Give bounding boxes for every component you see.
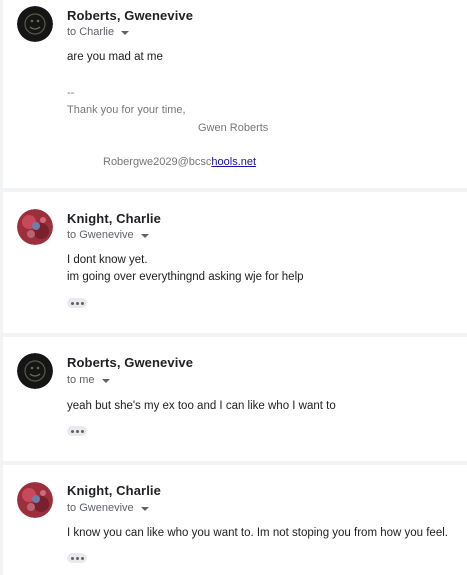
- chevron-down-icon[interactable]: [140, 507, 149, 511]
- sender-name[interactable]: Roberts, Gwenevive: [67, 8, 193, 23]
- ellipsis-dot: [75, 429, 79, 433]
- ellipsis-dot: [70, 429, 74, 433]
- signature-email-prefix: Robergwe2029@bcsc: [103, 156, 212, 168]
- show-trimmed-content-button[interactable]: [67, 426, 87, 436]
- recipient-details-toggle[interactable]: to me: [67, 374, 110, 386]
- chevron-down-icon[interactable]: [140, 234, 149, 238]
- chevron-down-icon[interactable]: [121, 31, 130, 35]
- ellipsis-dot: [80, 301, 84, 305]
- recipient-details-toggle[interactable]: to Gwenevive: [67, 229, 149, 241]
- show-trimmed-content-button[interactable]: [67, 298, 87, 308]
- message-body-line: I dont know yet.: [67, 254, 148, 266]
- message-body-line: I know you can like who you want to. Im …: [67, 527, 448, 539]
- smiley-avatar-icon[interactable]: [17, 353, 53, 389]
- message-body-line: yeah but she's my ex too and I can like …: [67, 400, 336, 412]
- recipient-label: to Gwenevive: [67, 229, 134, 241]
- signature-name: Gwen Roberts: [198, 122, 269, 134]
- recipient-details-toggle[interactable]: to Charlie: [67, 26, 130, 38]
- smiley-avatar-icon[interactable]: [17, 6, 53, 42]
- recipient-label: to me: [67, 374, 95, 386]
- recipient-label: to Gwenevive: [67, 502, 134, 514]
- ellipsis-dot: [80, 429, 84, 433]
- signature-email: Robergwe2029@bcschools.net: [103, 156, 256, 168]
- show-trimmed-content-button[interactable]: [67, 553, 87, 563]
- signature-separator: --: [67, 87, 75, 99]
- ellipsis-dot: [70, 556, 74, 560]
- chevron-down-icon[interactable]: [101, 379, 110, 383]
- ellipsis-dot: [70, 301, 74, 305]
- message-card: Knight, Charlie to Gwenevive I dont know…: [3, 192, 467, 333]
- message-body-line: im going over everythingnd asking wje fo…: [67, 271, 304, 283]
- signature-thanks: Thank you for your time,: [67, 104, 186, 116]
- ellipsis-dot: [75, 301, 79, 305]
- recipient-details-toggle[interactable]: to Gwenevive: [67, 502, 149, 514]
- message-body-line: are you mad at me: [67, 51, 163, 63]
- photo-avatar-icon[interactable]: [17, 482, 53, 518]
- sender-name[interactable]: Knight, Charlie: [67, 211, 161, 226]
- sender-name[interactable]: Roberts, Gwenevive: [67, 355, 193, 370]
- message-card: Roberts, Gwenevive to Charlie are you ma…: [3, 0, 467, 188]
- ellipsis-dot: [75, 556, 79, 560]
- signature-email-link[interactable]: hools.net: [211, 156, 256, 168]
- email-thread: Roberts, Gwenevive to Charlie are you ma…: [0, 0, 467, 575]
- message-card: Roberts, Gwenevive to me yeah but she's …: [3, 337, 467, 461]
- message-card: Knight, Charlie to Gwenevive I know you …: [3, 465, 467, 575]
- recipient-label: to Charlie: [67, 26, 115, 38]
- photo-avatar-icon[interactable]: [17, 209, 53, 245]
- sender-name[interactable]: Knight, Charlie: [67, 483, 161, 498]
- ellipsis-dot: [80, 556, 84, 560]
